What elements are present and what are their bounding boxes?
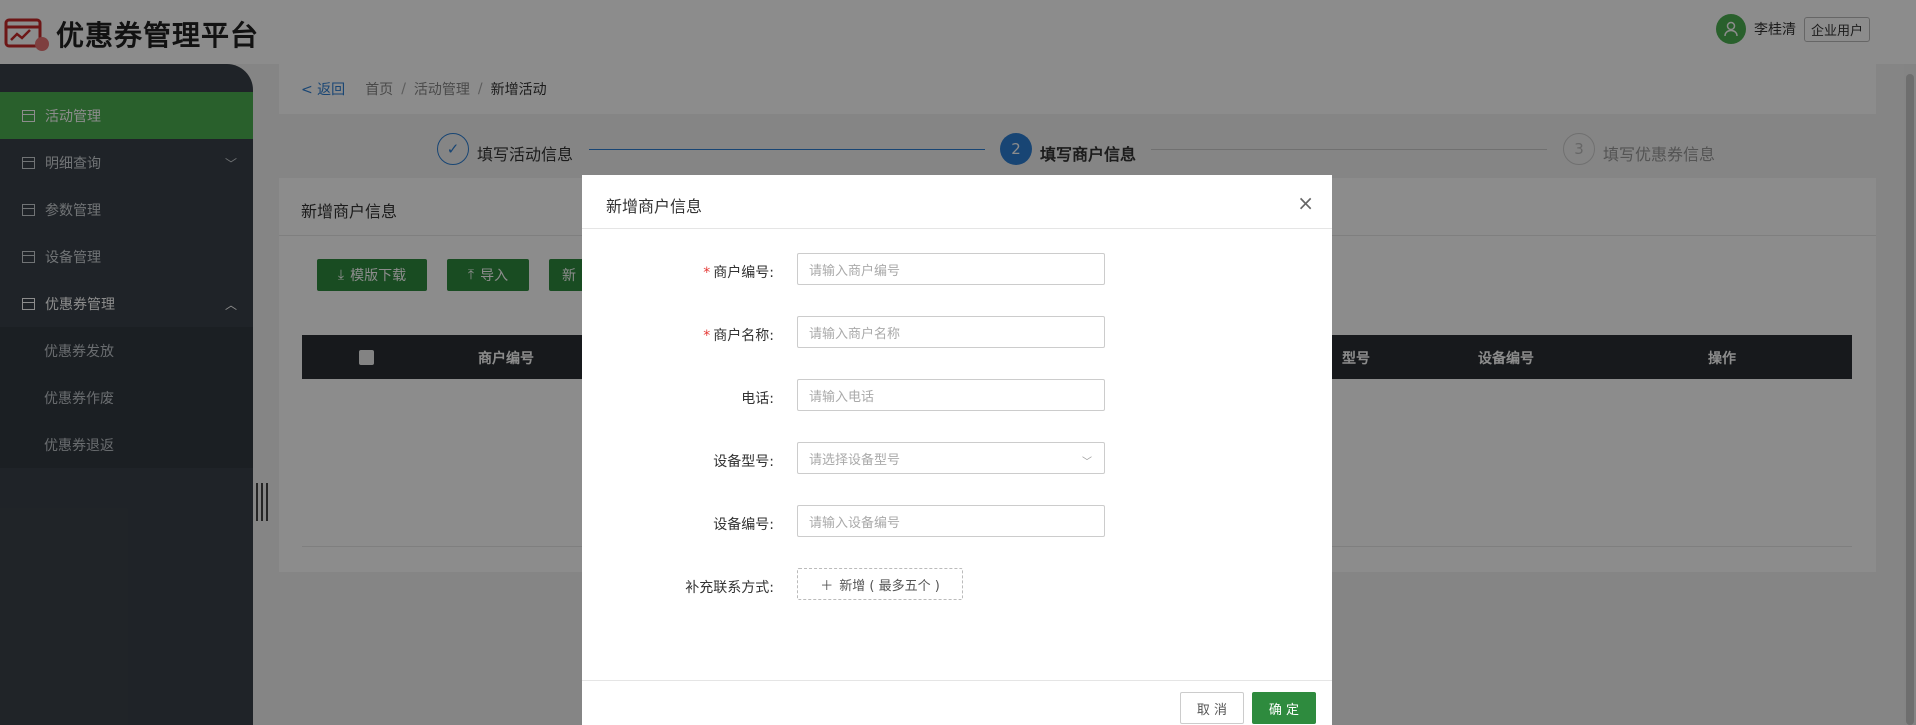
divider <box>582 680 1332 681</box>
required-marker: * <box>703 328 711 344</box>
field-label-text: 商户名称: <box>713 328 774 344</box>
field-label: 补充联系方式: <box>685 580 774 596</box>
field-label: 设备编号: <box>713 517 774 533</box>
dialog-title: 新增商户信息 <box>606 197 703 216</box>
merchant-id-input[interactable]: 请输入商户编号 <box>797 253 1105 285</box>
button-label: 新增 ( 最多五个 ) <box>839 578 940 594</box>
field-label: 电话: <box>741 391 774 407</box>
cancel-button[interactable]: 取 消 <box>1180 692 1244 724</box>
plus-icon: ＋ <box>820 578 834 594</box>
phone-input[interactable]: 请输入电话 <box>797 379 1105 411</box>
add-merchant-dialog: 新增商户信息 × * 商户编号: 请输入商户编号 * 商户名称: 请输入商户名称 电… <box>582 175 1332 725</box>
form-row-extra-contact: 补充联系方式: ＋ 新增 ( 最多五个 ) <box>582 568 1332 600</box>
form-row-merchant-id: * 商户编号: 请输入商户编号 <box>582 253 1332 285</box>
add-contact-button[interactable]: ＋ 新增 ( 最多五个 ) <box>797 568 963 600</box>
field-label: * 商户编号: <box>703 262 774 282</box>
divider <box>582 228 1332 229</box>
select-placeholder: 请选择设备型号 <box>809 452 901 468</box>
merchant-name-input[interactable]: 请输入商户名称 <box>797 316 1105 348</box>
confirm-button[interactable]: 确 定 <box>1252 692 1316 724</box>
field-label: * 商户名称: <box>703 325 774 345</box>
device-model-select[interactable]: 请选择设备型号 ﹀ <box>797 442 1105 474</box>
required-marker: * <box>703 265 711 281</box>
form-row-phone: 电话: 请输入电话 <box>582 379 1332 411</box>
form-row-merchant-name: * 商户名称: 请输入商户名称 <box>582 316 1332 348</box>
field-label: 设备型号: <box>713 454 774 470</box>
form-row-device-id: 设备编号: 请输入设备编号 <box>582 505 1332 537</box>
close-icon[interactable]: × <box>1297 191 1314 215</box>
field-label-text: 商户编号: <box>713 265 774 281</box>
chevron-down-icon: ﹀ <box>1082 457 1092 468</box>
form-row-device-model: 设备型号: 请选择设备型号 ﹀ <box>582 442 1332 474</box>
device-id-input[interactable]: 请输入设备编号 <box>797 505 1105 537</box>
